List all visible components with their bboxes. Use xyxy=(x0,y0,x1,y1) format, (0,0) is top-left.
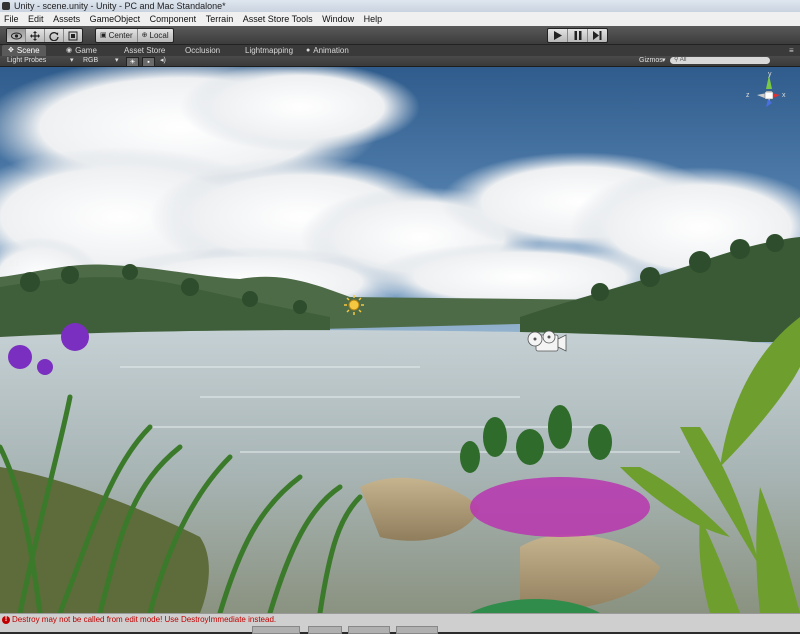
scene-render xyxy=(0,67,800,613)
scene-view-toolbar: Light Probes ▾ RGB ▾ ☀ ▪ ◂) Gizmos ▾ ⚲ A… xyxy=(0,56,800,67)
scale-tool-button[interactable] xyxy=(64,29,82,42)
scene-viewport[interactable]: y x z 1.0.1 xyxy=(0,67,800,613)
pivot-center-label: Center xyxy=(108,31,133,40)
menu-gameobject[interactable]: GameObject xyxy=(87,12,144,26)
tab-asset-store[interactable]: Asset Store xyxy=(124,45,165,56)
taskbar-item[interactable] xyxy=(396,626,438,634)
tab-asset-store-label: Asset Store xyxy=(124,46,166,55)
pink-flower-patch xyxy=(470,477,650,537)
menu-window[interactable]: Window xyxy=(319,12,357,26)
scene-icon: ✥ xyxy=(8,47,14,54)
pivot-controls: ▣ Center ⊕ Local xyxy=(95,28,174,43)
tab-occlusion[interactable]: Occlusion xyxy=(185,45,220,56)
gizmo-y-label: y xyxy=(768,71,772,78)
animation-icon: ● xyxy=(306,47,311,54)
image-icon: ▪ xyxy=(147,58,150,66)
scene-search-input[interactable]: ⚲ All xyxy=(670,57,770,64)
pause-icon xyxy=(574,31,581,40)
step-icon xyxy=(593,31,602,40)
tab-occlusion-label: Occlusion xyxy=(185,46,221,55)
color-mode-chevron-icon: ▾ xyxy=(115,57,119,64)
pivot-local-toggle[interactable]: ⊕ Local xyxy=(138,29,173,42)
pause-button[interactable] xyxy=(568,29,588,42)
rotate-icon xyxy=(49,31,59,41)
move-arrows-icon xyxy=(30,30,40,41)
status-error-message: Destroy may not be called from edit mode… xyxy=(12,615,277,624)
menu-file[interactable]: File xyxy=(1,12,22,26)
gizmo-z-label: z xyxy=(746,92,750,99)
tab-game-label: Game xyxy=(75,46,97,55)
local-space-icon: ⊕ xyxy=(141,32,148,39)
tab-animation[interactable]: ● Animation xyxy=(306,45,349,56)
eye-icon xyxy=(10,32,22,39)
window-title: Unity - scene.unity - Unity - PC and Mac… xyxy=(14,1,226,11)
panel-menu-icon[interactable]: ≡ xyxy=(789,46,794,55)
menu-assets[interactable]: Assets xyxy=(50,12,83,26)
step-button[interactable] xyxy=(588,29,607,42)
game-icon: ◉ xyxy=(66,47,73,54)
taskbar-item[interactable] xyxy=(308,626,342,634)
scene-lighting-toggle[interactable]: ☀ xyxy=(126,57,139,67)
console-status-bar[interactable]: ! Destroy may not be called from edit mo… xyxy=(0,613,800,634)
search-placeholder: All xyxy=(679,57,687,63)
render-mode-chevron-icon: ▾ xyxy=(70,57,74,64)
tab-game[interactable]: ◉ Game xyxy=(66,45,97,56)
play-controls xyxy=(547,28,608,43)
tab-scene-label: Scene xyxy=(16,46,40,55)
error-icon: ! xyxy=(2,616,10,624)
hand-tool-button[interactable] xyxy=(7,29,26,42)
scale-icon xyxy=(68,31,78,40)
menu-terrain[interactable]: Terrain xyxy=(203,12,237,26)
center-pivot-icon: ▣ xyxy=(100,32,107,39)
taskbar-item[interactable] xyxy=(348,626,390,634)
menu-help[interactable]: Help xyxy=(361,12,386,26)
viewport-corner-label: 1.0.1 xyxy=(4,261,20,268)
menu-component[interactable]: Component xyxy=(147,12,200,26)
main-toolbar: ▣ Center ⊕ Local xyxy=(0,26,800,45)
tab-scene[interactable]: ✥ Scene xyxy=(2,45,46,56)
render-mode-dropdown[interactable]: Light Probes xyxy=(7,56,46,66)
search-icon: ⚲ xyxy=(674,57,679,63)
color-mode-dropdown[interactable]: RGB xyxy=(83,56,98,66)
tab-lightmapping[interactable]: Lightmapping xyxy=(245,45,293,56)
directional-light-gizmo[interactable] xyxy=(344,295,364,315)
audio-toggle-icon[interactable]: ◂) xyxy=(160,56,166,66)
scene-effects-toggle[interactable]: ▪ xyxy=(142,57,155,67)
gizmo-x-label: x xyxy=(782,92,786,99)
rotate-tool-button[interactable] xyxy=(45,29,64,42)
gizmos-chevron-icon: ▾ xyxy=(662,57,666,64)
tab-lightmapping-label: Lightmapping xyxy=(245,46,294,55)
menu-asset-store-tools[interactable]: Asset Store Tools xyxy=(240,12,316,26)
unity-logo-icon xyxy=(2,2,10,10)
menu-bar: File Edit Assets GameObject Component Te… xyxy=(0,12,800,27)
tab-animation-label: Animation xyxy=(313,46,349,55)
pivot-local-label: Local xyxy=(149,31,169,40)
gizmos-dropdown[interactable]: Gizmos xyxy=(639,56,663,66)
play-button[interactable] xyxy=(548,29,568,42)
play-icon xyxy=(553,31,562,40)
move-tool-button[interactable] xyxy=(26,29,45,42)
pivot-center-toggle[interactable]: ▣ Center xyxy=(96,29,138,42)
menu-edit[interactable]: Edit xyxy=(25,12,47,26)
window-title-bar: Unity - scene.unity - Unity - PC and Mac… xyxy=(0,0,800,12)
transform-tools xyxy=(6,28,83,43)
taskbar-item[interactable] xyxy=(252,626,300,634)
sun-icon: ☀ xyxy=(129,59,136,66)
